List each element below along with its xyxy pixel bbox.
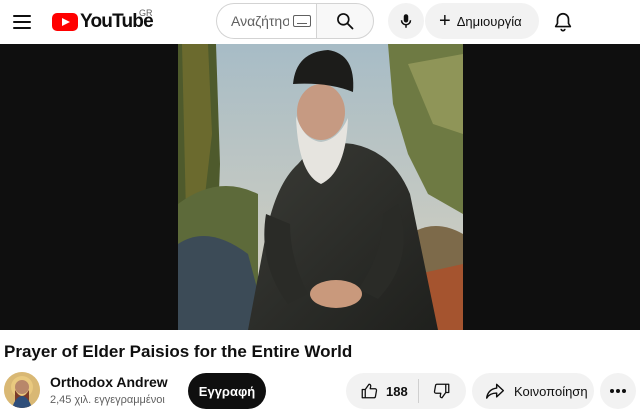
mic-icon — [400, 14, 412, 28]
plus-icon: + — [439, 10, 451, 32]
bell-icon — [554, 12, 572, 32]
keyboard-icon[interactable] — [293, 15, 311, 27]
like-dislike-group: 188 — [346, 373, 466, 409]
youtube-play-icon — [52, 13, 78, 31]
thumbs-up-icon — [361, 383, 378, 399]
channel-name[interactable]: Orthodox Andrew — [50, 374, 168, 390]
search-input[interactable] — [231, 13, 289, 29]
thumbs-down-icon — [433, 383, 450, 399]
share-icon — [485, 383, 505, 399]
search-box[interactable] — [216, 3, 316, 39]
voice-search-button[interactable] — [388, 3, 424, 39]
more-actions-button[interactable] — [600, 373, 636, 409]
dislike-button[interactable] — [419, 373, 465, 409]
region-code: GR — [139, 8, 153, 18]
avatar-image — [4, 372, 40, 408]
elder-portrait-image — [178, 44, 463, 330]
video-player[interactable] — [0, 44, 640, 330]
create-label: Δημιουργία — [456, 13, 522, 29]
video-title: Prayer of Elder Paisios for the Entire W… — [4, 342, 353, 361]
masthead: YouTube GR + Δημιουργία — [0, 0, 640, 44]
channel-avatar[interactable] — [4, 372, 40, 408]
search-button[interactable] — [316, 3, 374, 39]
more-icon — [610, 389, 626, 393]
search-icon — [337, 13, 354, 30]
youtube-logo[interactable]: YouTube — [52, 10, 154, 34]
create-button[interactable]: + Δημιουργία — [425, 3, 539, 39]
video-frame — [178, 44, 463, 330]
like-button[interactable]: 188 — [346, 373, 418, 409]
share-label: Κοινοποίηση — [514, 383, 588, 399]
subscriber-count: 2,45 χιλ. εγγεγραμμένοι — [50, 394, 165, 406]
share-button[interactable]: Κοινοποίηση — [472, 373, 594, 409]
like-count: 188 — [386, 383, 408, 399]
subscribe-button[interactable]: Εγγραφή — [188, 373, 266, 409]
menu-icon[interactable] — [8, 8, 36, 36]
notifications-button[interactable] — [546, 6, 580, 38]
